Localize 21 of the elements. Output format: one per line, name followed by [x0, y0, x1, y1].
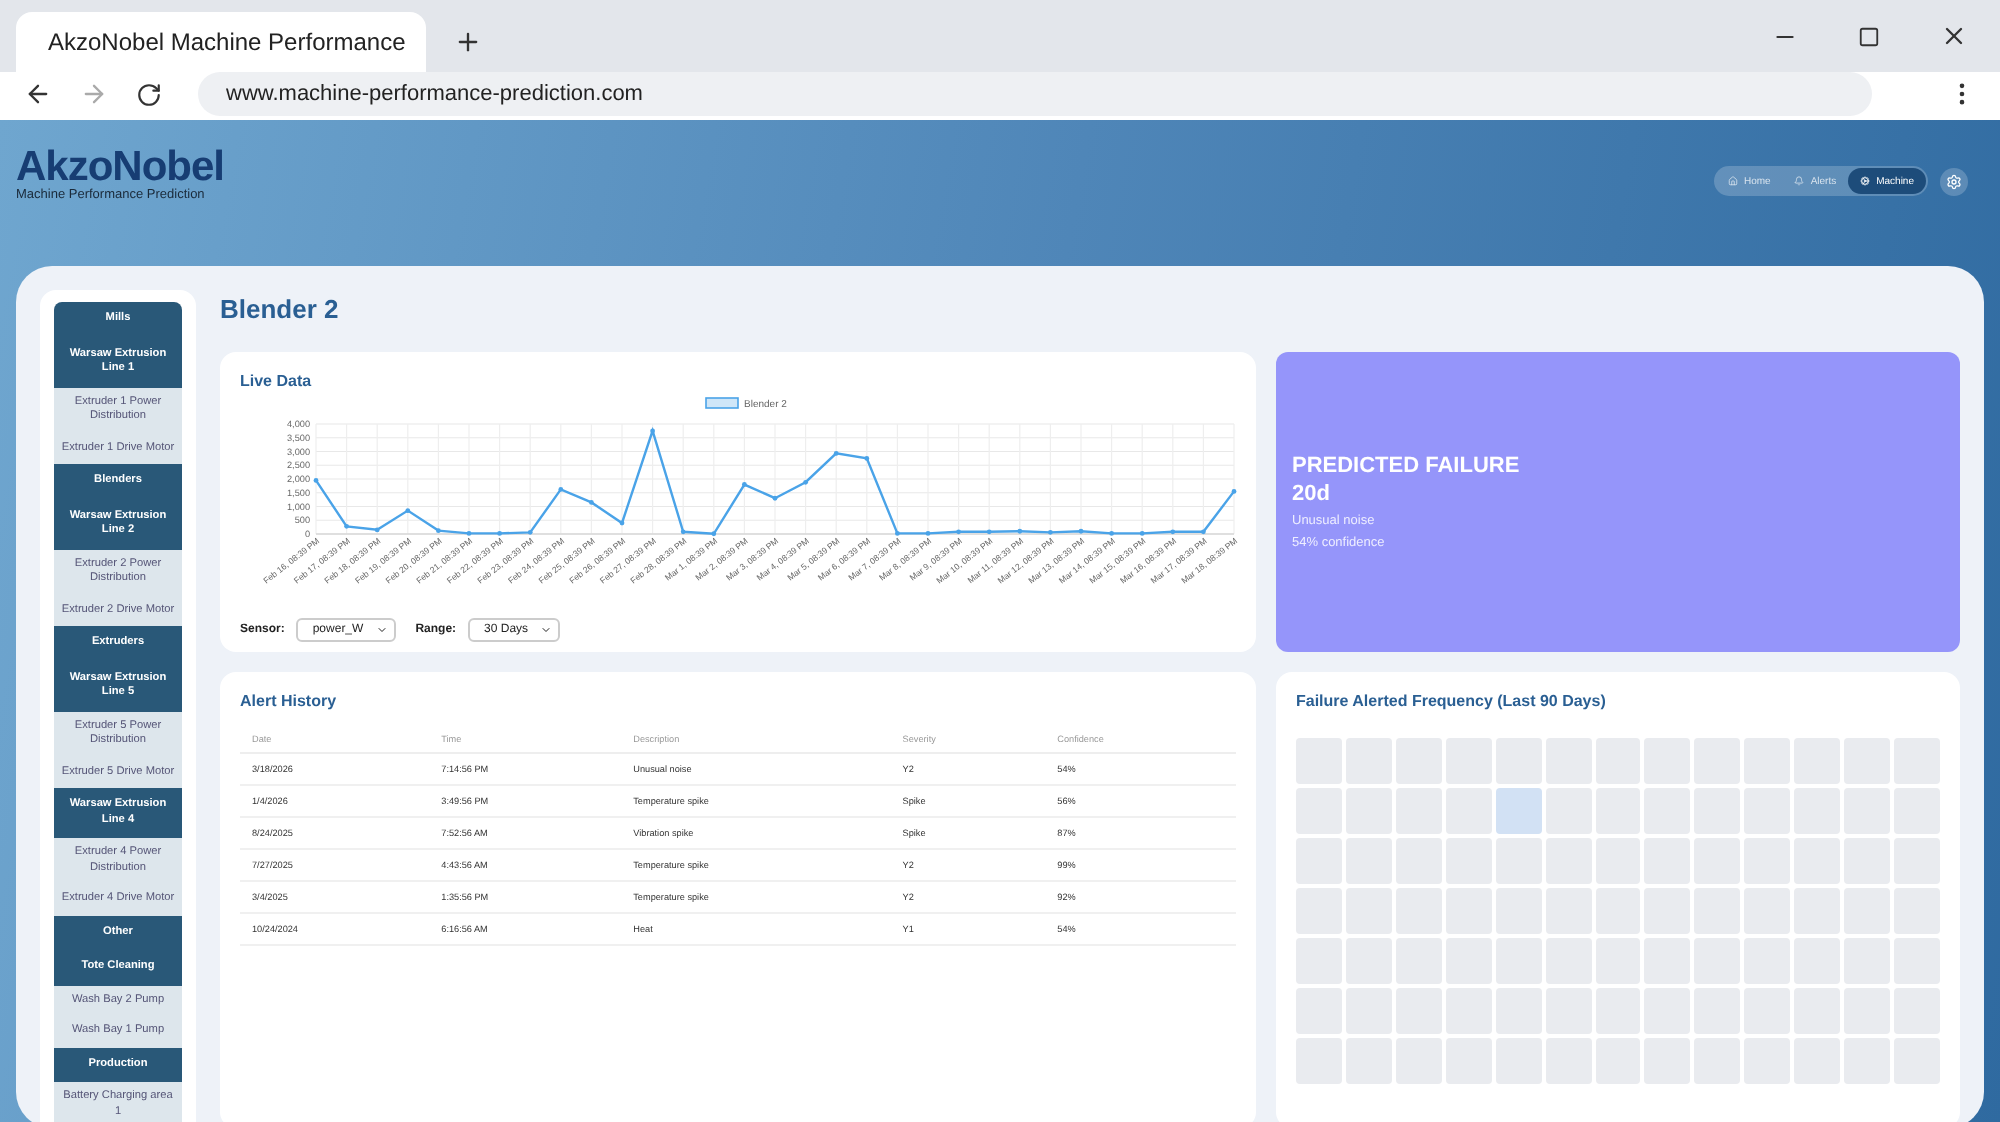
address-field[interactable]: www.machine-performance-prediction.com: [198, 72, 1872, 116]
card-title: Failure Alerted Frequency (Last 90 Days): [1296, 692, 1608, 710]
reload-icon[interactable]: [136, 81, 162, 107]
card-title: Alert History: [240, 692, 339, 710]
maximize-icon[interactable]: [1858, 25, 1880, 47]
browser-tab[interactable]: AkzoNobel Machine Performance: [16, 12, 426, 72]
bell-icon: [1794, 176, 1805, 186]
settings-button[interactable]: [1940, 167, 1968, 195]
prediction-days: 20d: [1292, 482, 1944, 506]
prediction-title: PREDICTED FAILURE: [1292, 454, 1522, 478]
close-icon[interactable]: [1940, 22, 1968, 50]
back-icon[interactable]: [24, 80, 52, 108]
settings-icon: [1946, 173, 1962, 189]
chevron-icon: [375, 624, 388, 636]
home-icon: [1727, 176, 1738, 186]
gear-icon: [1860, 176, 1871, 186]
chevron-icon: [540, 624, 553, 636]
card-title: Live Data: [240, 372, 314, 390]
new-tab-icon[interactable]: [454, 28, 482, 56]
page-title: Blender 2: [220, 294, 341, 324]
logo: AkzoNobel: [16, 148, 225, 188]
